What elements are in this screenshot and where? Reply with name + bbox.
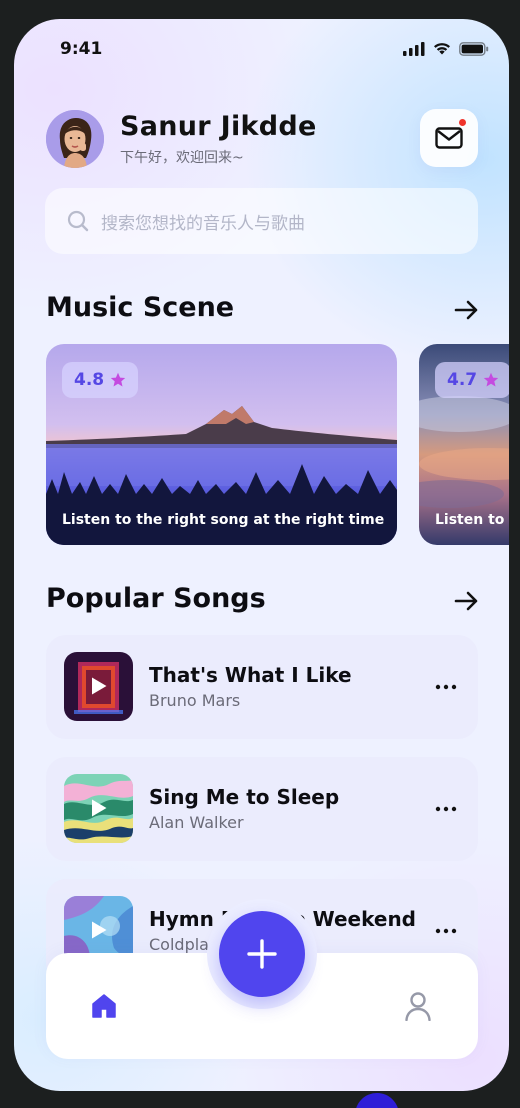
scene-card[interactable]: 4.7 Listen to the right song at the righ… [419, 344, 509, 545]
search-icon [67, 210, 89, 232]
star-icon [110, 372, 126, 387]
song-title: Sing Me to Sleep [149, 785, 340, 809]
more-options-icon[interactable] [434, 923, 458, 939]
rating-badge: 4.7 [435, 362, 509, 398]
search-input[interactable]: 搜索您想找的音乐人与歌曲 [101, 209, 305, 234]
avatar[interactable] [46, 110, 104, 168]
home-icon[interactable] [90, 992, 118, 1020]
status-bar: 9:41 [14, 19, 509, 79]
song-cover [64, 652, 133, 721]
more-options-icon[interactable] [434, 801, 458, 817]
decorative-dot [355, 1093, 399, 1108]
mail-icon [435, 127, 463, 149]
add-button[interactable] [219, 911, 305, 997]
music-scene-arrow-icon[interactable] [454, 299, 480, 321]
song-cover [64, 774, 133, 843]
music-scene-title: Music Scene [46, 292, 235, 323]
song-artist: Bruno Mars [149, 691, 241, 710]
user-name: Sanur Jikdde [120, 111, 317, 142]
song-item[interactable]: Sing Me to Sleep Alan Walker [46, 757, 478, 861]
rating-value: 4.8 [74, 370, 105, 390]
greeting-text: 下午好，欢迎回来~ [120, 150, 244, 166]
song-title: That's What I Like [149, 663, 352, 687]
scene-card[interactable]: 4.8 Listen to the right song at the righ… [46, 344, 397, 545]
mail-button[interactable] [420, 109, 478, 167]
song-artist: Alan Walker [149, 813, 244, 832]
popular-songs-title: Popular Songs [46, 583, 266, 614]
profile-icon[interactable] [404, 991, 432, 1021]
rating-value: 4.7 [447, 370, 478, 390]
scene-caption: Listen to the right song at the right ti… [435, 512, 509, 528]
plus-icon [247, 939, 277, 969]
star-icon [483, 372, 499, 387]
signal-icon [403, 41, 425, 56]
scene-caption: Listen to the right song at the right ti… [62, 512, 385, 528]
song-item[interactable]: That's What I Like Bruno Mars [46, 635, 478, 739]
status-icons [403, 41, 489, 56]
battery-icon [459, 41, 489, 56]
notification-dot [459, 119, 466, 126]
play-icon[interactable] [90, 920, 108, 940]
more-options-icon[interactable] [434, 679, 458, 695]
play-icon[interactable] [90, 676, 108, 696]
popular-songs-arrow-icon[interactable] [454, 590, 480, 612]
wifi-icon [434, 43, 450, 55]
app-screen: 9:41 Sanur Jikdde 下午好，欢迎回来~ 搜索您想找的音乐人与歌曲… [14, 19, 509, 1091]
play-icon[interactable] [90, 798, 108, 818]
status-time: 9:41 [60, 39, 103, 59]
search-bar[interactable]: 搜索您想找的音乐人与歌曲 [45, 188, 478, 254]
rating-badge: 4.8 [62, 362, 139, 398]
